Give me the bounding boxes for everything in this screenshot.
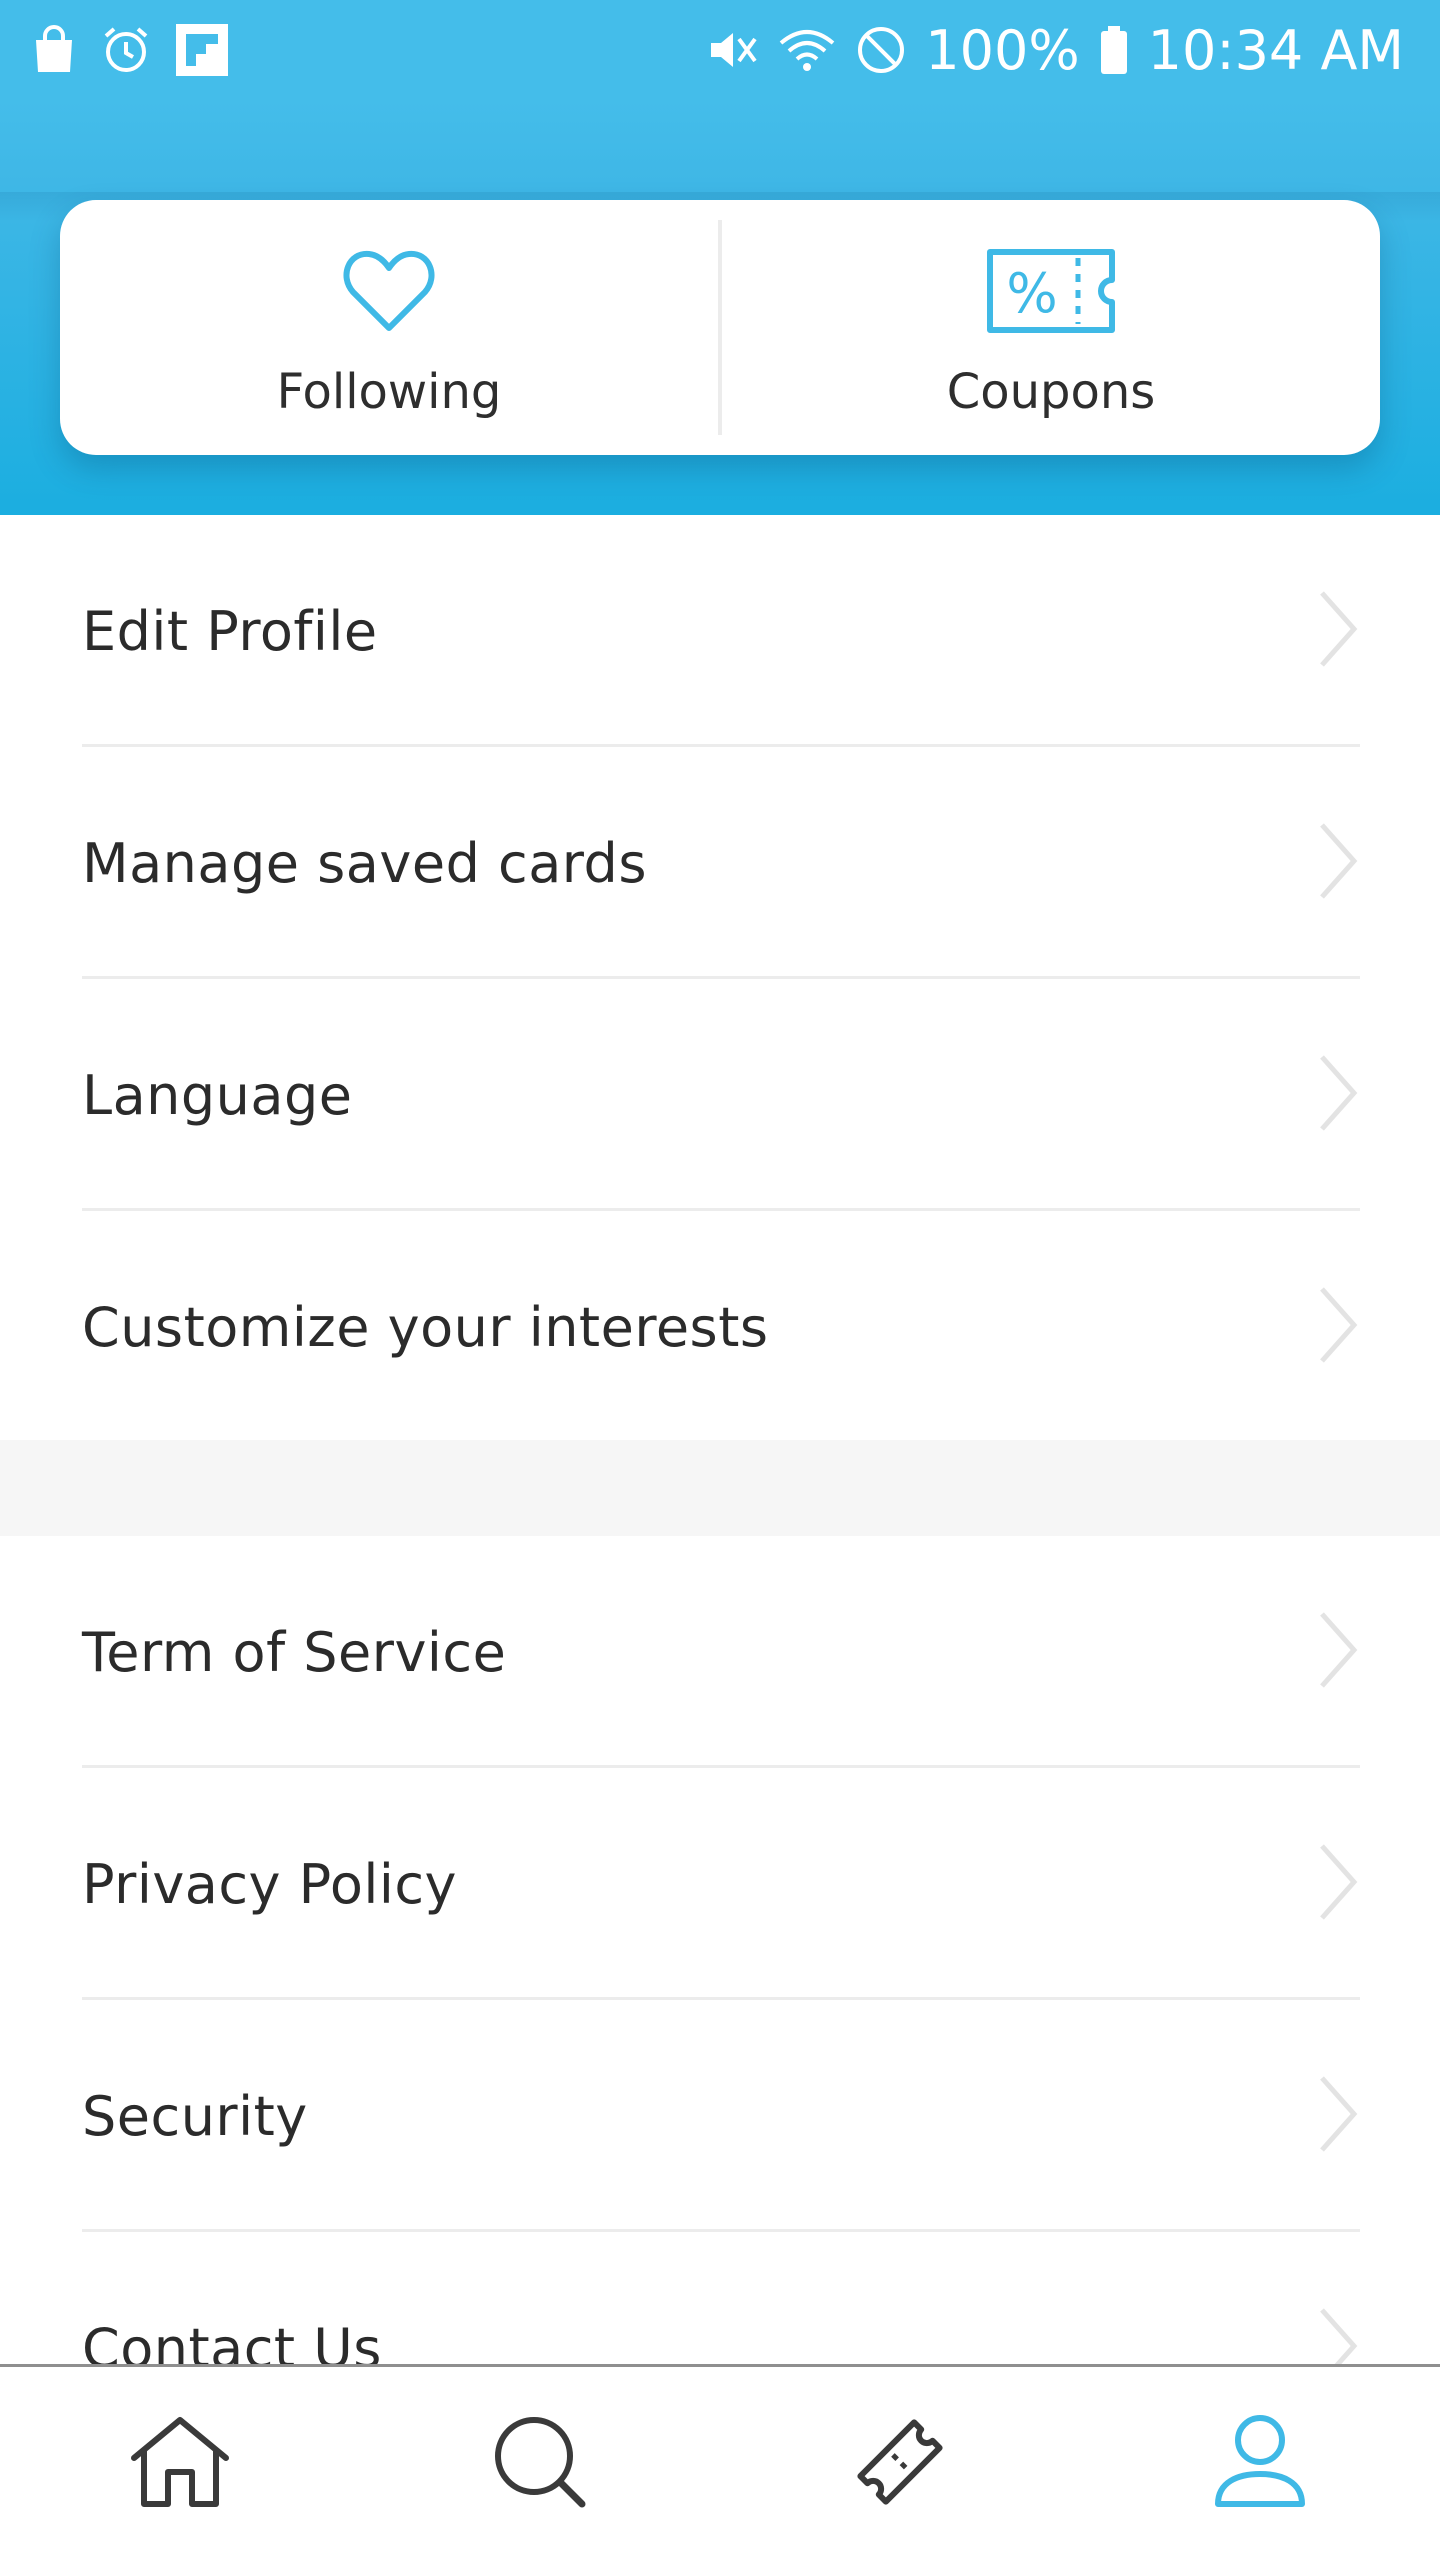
nav-home[interactable] — [80, 2389, 280, 2539]
menu-item-label: Edit Profile — [82, 599, 378, 663]
chevron-right-icon — [1316, 1842, 1360, 1926]
clock: 10:34 AM — [1147, 18, 1404, 82]
vibrate-icon — [703, 25, 759, 75]
menu-item-manage-saved-cards[interactable]: Manage saved cards — [0, 747, 1440, 979]
following-label: Following — [276, 364, 502, 420]
status-right-icons: 100% 10:34 AM — [703, 19, 1404, 82]
section-spacer — [0, 1440, 1440, 1536]
ticket-icon — [850, 2412, 950, 2516]
status-bar: 100% 10:34 AM — [0, 0, 1440, 100]
menu-item-security[interactable]: Security — [0, 2000, 1440, 2232]
menu-item-term-of-service[interactable]: Term of Service — [0, 1536, 1440, 1768]
coupon-icon: % — [986, 248, 1116, 338]
battery-icon — [1098, 24, 1130, 76]
menu-item-label: Language — [82, 1063, 353, 1127]
profile-icon — [1212, 2412, 1308, 2516]
chevron-right-icon — [1316, 2074, 1360, 2158]
menu-item-label: Term of Service — [82, 1620, 507, 1684]
menu-item-customize-interests[interactable]: Customize your interests — [0, 1211, 1440, 1443]
chevron-right-icon — [1316, 1610, 1360, 1694]
shopping-bag-icon — [30, 24, 78, 76]
chevron-right-icon — [1316, 1285, 1360, 1369]
chevron-right-icon — [1316, 821, 1360, 905]
following-button[interactable]: Following — [60, 200, 718, 455]
menu-item-privacy-policy[interactable]: Privacy Policy — [0, 1768, 1440, 2000]
battery-percent: 100% — [925, 18, 1080, 82]
menu-item-label: Privacy Policy — [82, 1852, 458, 1916]
chevron-right-icon — [1316, 1053, 1360, 1137]
menu-group-legal: Term of Service Privacy Policy Security … — [0, 1536, 1440, 2464]
nav-profile[interactable] — [1160, 2389, 1360, 2539]
wifi-icon — [777, 25, 837, 75]
menu-item-label: Manage saved cards — [82, 831, 647, 895]
menu-item-language[interactable]: Language — [0, 979, 1440, 1211]
nav-search[interactable] — [440, 2389, 640, 2539]
coupons-label: Coupons — [946, 364, 1156, 420]
menu-group-account: Edit Profile Manage saved cards Language… — [0, 515, 1440, 1443]
menu-item-label: Security — [82, 2084, 308, 2148]
menu-item-edit-profile[interactable]: Edit Profile — [0, 515, 1440, 747]
svg-text:%: % — [1006, 262, 1057, 325]
chevron-right-icon — [1316, 589, 1360, 673]
home-icon — [128, 2414, 232, 2514]
nav-tickets[interactable] — [800, 2389, 1000, 2539]
flipboard-icon — [174, 22, 230, 78]
coupons-button[interactable]: % Coupons — [722, 200, 1380, 455]
bottom-navigation — [0, 2364, 1440, 2560]
menu-item-label: Customize your interests — [82, 1295, 769, 1359]
status-left-icons — [30, 22, 230, 78]
search-icon — [492, 2414, 588, 2514]
heart-icon — [343, 248, 435, 338]
quick-actions-card: Following % Coupons — [60, 200, 1380, 455]
alarm-icon — [100, 24, 152, 76]
do-not-disturb-icon — [855, 24, 907, 76]
